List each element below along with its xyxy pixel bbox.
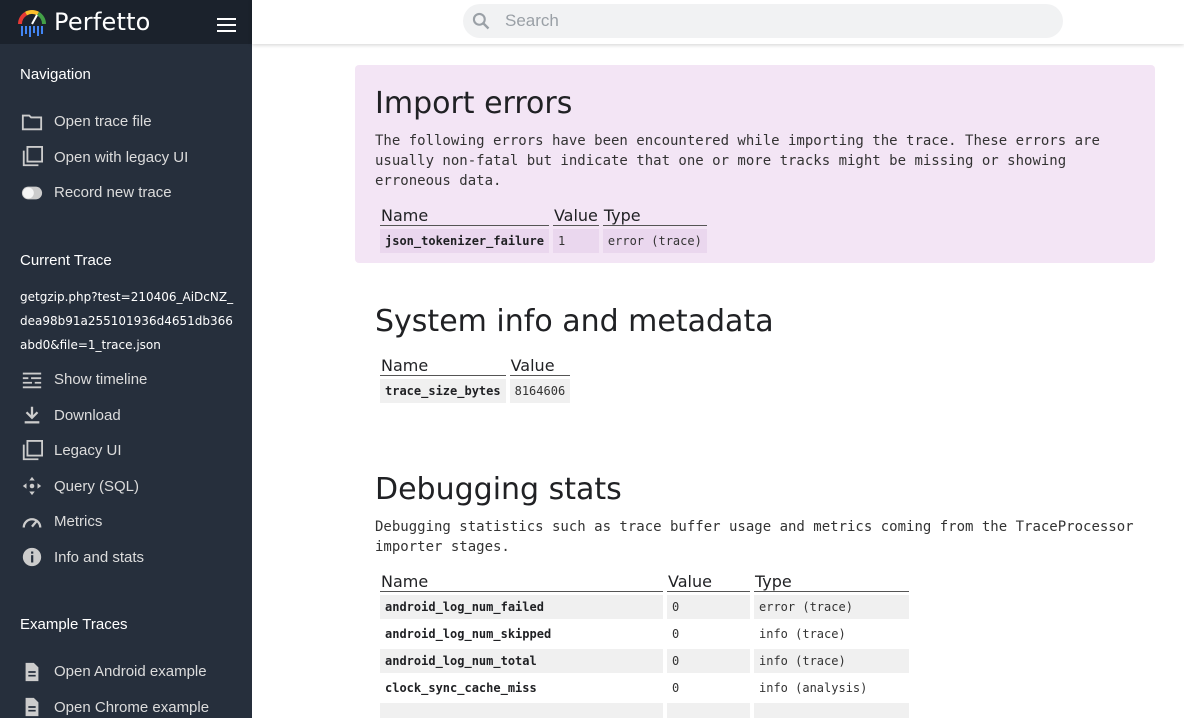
cell-type (754, 703, 909, 718)
table-row: trace_size_bytes 8164606 (380, 379, 571, 403)
topbar (252, 0, 1184, 44)
cell-name: android_log_num_total (380, 649, 663, 673)
nav-record-new-trace[interactable]: Record new trace (0, 175, 252, 211)
sidebar: Perfetto Navigation Open trace file Open… (0, 0, 252, 718)
nav-metrics[interactable]: Metrics (0, 504, 252, 540)
col-value: Value (509, 352, 571, 376)
menu-toggle-icon[interactable] (217, 18, 236, 32)
debug-stats-description: Debugging statistics such as trace buffe… (375, 519, 1134, 555)
cell-name (380, 703, 663, 718)
main-content: Import errors The following errors have … (252, 44, 1184, 718)
cell-value: 0 (667, 622, 750, 646)
cell-type: error (trace) (754, 595, 909, 619)
query-icon (20, 474, 44, 498)
nav-open-chrome-example[interactable]: Open Chrome example (0, 690, 252, 718)
trace-name-wrap: getgzip.php?test=210406_AiDcNZ_dea98b91a… (0, 285, 240, 357)
navigation-section: Navigation (0, 66, 91, 83)
col-name: Name (380, 352, 506, 376)
current-trace-title: Current Trace (20, 252, 112, 269)
cell-value: 1 (552, 229, 599, 253)
system-info-title: System info and metadata (375, 304, 774, 339)
col-name: Name (380, 568, 663, 592)
col-type: Type (754, 568, 909, 592)
cell-name: clock_sync_cache_miss (380, 676, 663, 700)
cell-type: info (trace) (754, 649, 909, 673)
nav-open-legacy-ui[interactable]: Open with legacy UI (0, 140, 252, 176)
col-value: Value (667, 568, 750, 592)
info-icon (20, 545, 44, 569)
examples-list: Open Android example Open Chrome example (0, 654, 252, 718)
cell-name: android_log_num_skipped (380, 622, 663, 646)
sidebar-header: Perfetto (0, 0, 252, 44)
current-trace-list: Show timeline Download Legacy UI Query (… (0, 362, 252, 575)
col-value: Value (552, 202, 599, 226)
cell-value: 8164606 (509, 379, 571, 403)
cell-value: 0 (667, 676, 750, 700)
nav-open-trace-file[interactable]: Open trace file (0, 104, 252, 140)
filter-none-icon (20, 145, 44, 169)
navigation-list: Open trace file Open with legacy UI Reco… (0, 104, 252, 211)
examples-title: Example Traces (20, 616, 128, 633)
nav-download[interactable]: Download (0, 398, 252, 434)
table-row: android_log_num_failed 0 error (trace) (380, 595, 909, 619)
system-info-section: System info and metadata Name Value trac… (375, 303, 774, 406)
cell-value (667, 703, 750, 718)
col-type: Type (602, 202, 707, 226)
search-input[interactable] (505, 11, 1025, 31)
record-toggle-icon (20, 181, 44, 205)
cell-name: json_tokenizer_failure (380, 229, 549, 253)
examples-section: Example Traces (0, 616, 128, 633)
debug-stats-title: Debugging stats (375, 472, 622, 507)
nav-query-sql[interactable]: Query (SQL) (0, 469, 252, 505)
nav-info-and-stats[interactable]: Info and stats (0, 540, 252, 576)
trace-name: getgzip.php?test=210406_AiDcNZ_dea98b91a… (20, 290, 234, 352)
cell-type: error (trace) (602, 229, 707, 253)
cell-type: info (trace) (754, 622, 909, 646)
table-row: json_tokenizer_failure 1 error (trace) (380, 229, 707, 253)
cell-name: android_log_num_failed (380, 595, 663, 619)
file-icon (20, 660, 44, 684)
cell-value: 0 (667, 649, 750, 673)
filter-none-icon (20, 439, 44, 463)
perfetto-logo-icon (17, 10, 47, 37)
table-row: android_log_num_skipped 0 info (trace) (380, 622, 909, 646)
import-errors-title: Import errors (375, 86, 573, 121)
system-info-table: Name Value trace_size_bytes 8164606 (376, 349, 574, 406)
table-row: clock_sync_cache_miss 0 info (analysis) (380, 676, 909, 700)
brand-title: Perfetto (54, 8, 151, 36)
import-errors-table: Name Value Type json_tokenizer_failure 1… (376, 199, 711, 256)
debug-stats-section: Debugging stats Debugging statistics suc… (375, 471, 1135, 718)
import-errors-description: The following errors have been encounter… (375, 133, 1100, 189)
nav-show-timeline[interactable]: Show timeline (0, 362, 252, 398)
import-errors-card: Import errors The following errors have … (355, 65, 1155, 263)
search-box[interactable] (463, 4, 1063, 38)
table-row: android_log_num_total 0 info (trace) (380, 649, 909, 673)
debug-stats-table: Name Value Type android_log_num_failed 0… (376, 565, 913, 718)
download-icon (20, 403, 44, 427)
file-icon (20, 695, 44, 718)
col-name: Name (380, 202, 549, 226)
folder-icon (20, 110, 44, 134)
nav-open-android-example[interactable]: Open Android example (0, 654, 252, 690)
timeline-icon (20, 368, 44, 392)
cell-name: trace_size_bytes (380, 379, 506, 403)
search-icon (472, 12, 490, 30)
speedometer-icon (20, 510, 44, 534)
cell-type: info (analysis) (754, 676, 909, 700)
navigation-title: Navigation (20, 66, 91, 83)
cell-value: 0 (667, 595, 750, 619)
current-trace-section: Current Trace (0, 252, 112, 269)
table-row (380, 703, 909, 718)
nav-legacy-ui[interactable]: Legacy UI (0, 433, 252, 469)
